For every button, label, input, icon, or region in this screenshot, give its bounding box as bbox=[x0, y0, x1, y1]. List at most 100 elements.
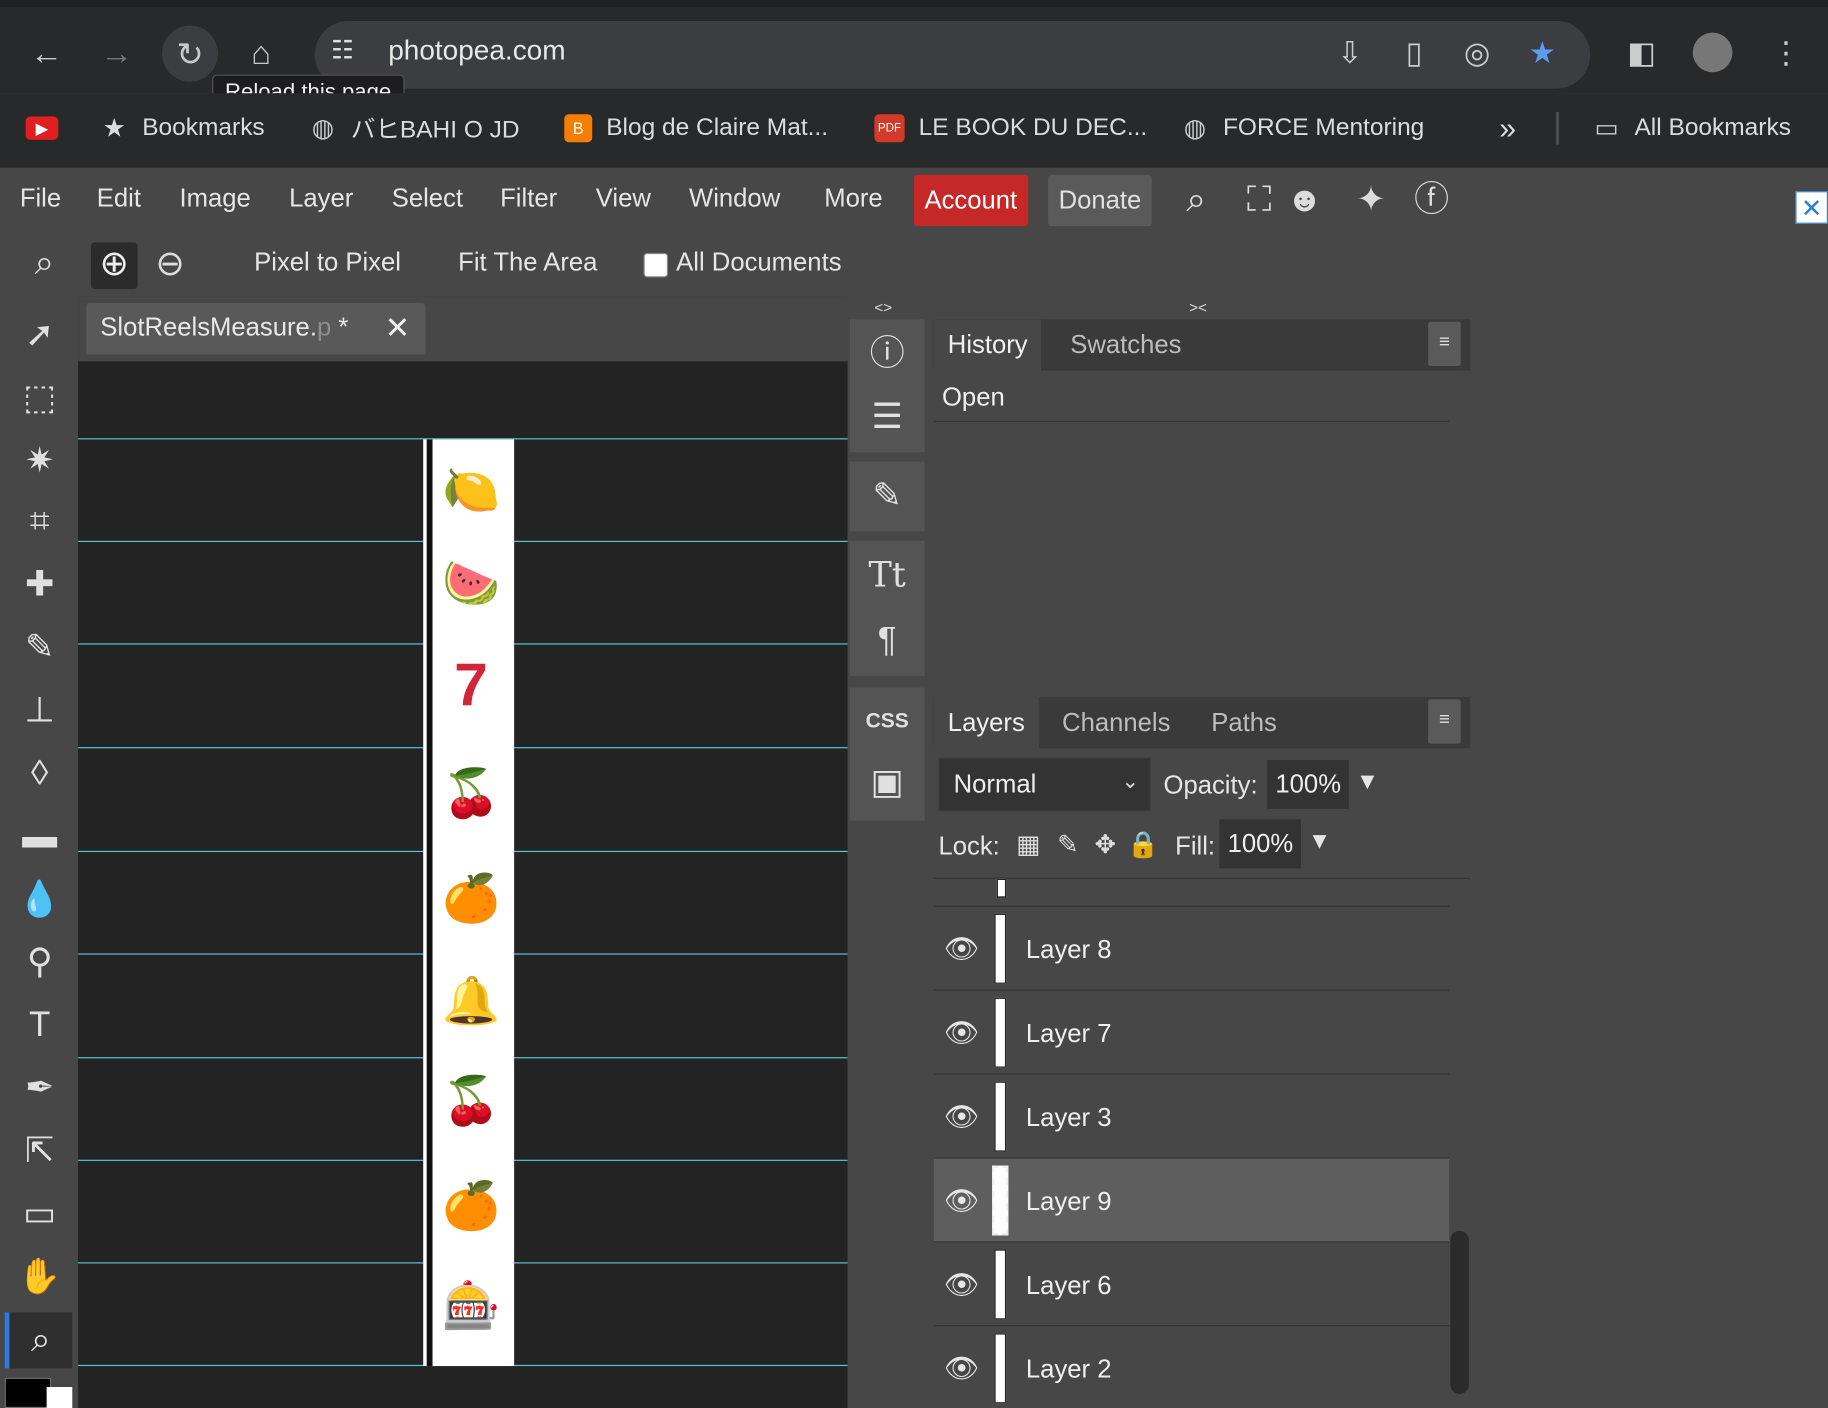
menu-image[interactable]: Image bbox=[180, 183, 251, 213]
layer-row-partial[interactable] bbox=[933, 878, 1450, 907]
fill-dropdown-icon[interactable]: ▼ bbox=[1308, 829, 1331, 856]
expand-toggle[interactable]: >< bbox=[1189, 298, 1207, 315]
eye-icon[interactable]: 👁 bbox=[943, 1099, 980, 1136]
type-tool-icon[interactable]: T bbox=[12, 998, 68, 1054]
eye-slash-icon[interactable]: ◎ bbox=[1457, 33, 1497, 73]
eye-icon[interactable]: 👁 bbox=[943, 1267, 980, 1304]
layers-scrollbar[interactable] bbox=[1450, 1230, 1469, 1395]
eye-icon[interactable]: 👁 bbox=[943, 1183, 980, 1220]
pen-tool-icon[interactable]: ✒ bbox=[12, 1061, 68, 1117]
eraser-tool-icon[interactable]: ◊ bbox=[12, 746, 68, 802]
star-icon[interactable]: ★ bbox=[1523, 33, 1563, 73]
zoom-in-button[interactable]: ⊕ bbox=[90, 242, 138, 290]
background-color-swatch[interactable] bbox=[46, 1387, 73, 1408]
gradient-tool-icon[interactable]: ▬ bbox=[12, 809, 68, 865]
tab-history[interactable]: History bbox=[933, 319, 1042, 371]
menu-select[interactable]: Select bbox=[392, 183, 463, 213]
search-icon[interactable]: ⌕ bbox=[1173, 177, 1220, 224]
bookmark-item[interactable]: PDF LE BOOK DU DEC... bbox=[874, 110, 1147, 147]
eye-icon[interactable]: 👁 bbox=[943, 931, 980, 968]
path-select-tool-icon[interactable]: ⇱ bbox=[12, 1124, 68, 1180]
collapse-toggle[interactable]: <> bbox=[874, 298, 892, 315]
layer-row[interactable] bbox=[933, 990, 1450, 1075]
history-item[interactable] bbox=[933, 370, 1450, 422]
layer-row-selected[interactable] bbox=[933, 1158, 1450, 1243]
all-bookmarks-button[interactable]: ▭ All Bookmarks bbox=[1593, 110, 1791, 147]
marquee-tool-icon[interactable]: ⬚ bbox=[12, 371, 68, 427]
adjustments-icon[interactable]: ☰ bbox=[862, 392, 913, 443]
menu-file[interactable]: File bbox=[20, 183, 61, 213]
blur-tool-icon[interactable]: 💧 bbox=[12, 872, 68, 928]
bookmark-item[interactable]: B Blog de Claire Mat... bbox=[564, 110, 828, 147]
layer-row[interactable] bbox=[933, 1242, 1450, 1327]
hand-tool-icon[interactable]: ✋ bbox=[12, 1249, 68, 1305]
donate-button[interactable]: Donate bbox=[1048, 174, 1152, 227]
healing-brush-tool-icon[interactable]: ✚ bbox=[12, 557, 68, 613]
eye-icon[interactable]: 👁 bbox=[943, 1351, 980, 1388]
home-button[interactable]: ⌂ bbox=[233, 26, 289, 82]
fullscreen-icon[interactable]: ⛶ bbox=[1236, 177, 1283, 224]
menu-layer[interactable]: Layer bbox=[289, 183, 353, 213]
menu-kebab-icon[interactable]: ⋮ bbox=[1766, 33, 1806, 73]
brush-tool-icon[interactable]: ✎ bbox=[12, 620, 68, 676]
more-bookmarks-button[interactable]: » bbox=[1499, 110, 1516, 147]
opacity-dropdown-icon[interactable]: ▼ bbox=[1356, 769, 1379, 796]
menu-view[interactable]: View bbox=[596, 183, 651, 213]
brush-settings-icon[interactable]: ✎ bbox=[862, 471, 913, 522]
document-icon[interactable]: ▯ bbox=[1394, 33, 1434, 73]
bookmark-item[interactable]: ★ Bookmarks bbox=[100, 110, 265, 147]
move-tool-icon[interactable]: ➚ bbox=[12, 308, 68, 364]
facebook-icon[interactable]: ⓕ bbox=[1408, 177, 1455, 224]
fit-area-button[interactable]: Fit The Area bbox=[458, 247, 597, 277]
eye-icon[interactable]: 👁 bbox=[943, 1015, 980, 1052]
dodge-tool-icon[interactable]: ⚲ bbox=[12, 935, 68, 991]
tab-swatches[interactable]: Swatches bbox=[1056, 319, 1195, 370]
forward-button[interactable]: → bbox=[89, 26, 145, 82]
all-documents-checkbox[interactable] bbox=[643, 252, 669, 278]
youtube-bookmark[interactable]: ▶ bbox=[25, 110, 59, 147]
menu-window[interactable]: Window bbox=[689, 183, 780, 213]
tab-layers[interactable]: Layers bbox=[933, 697, 1039, 749]
ad-close-button[interactable]: ✕ bbox=[1795, 191, 1828, 224]
blend-mode-select[interactable]: Normal bbox=[938, 757, 1151, 812]
menu-more[interactable]: More bbox=[824, 183, 882, 213]
crop-tool-icon[interactable]: ⌗ bbox=[12, 494, 68, 550]
clone-stamp-tool-icon[interactable]: ⊥ bbox=[12, 683, 68, 739]
menu-edit[interactable]: Edit bbox=[97, 183, 141, 213]
paragraph-icon[interactable]: ¶ bbox=[862, 615, 913, 666]
css-icon[interactable]: CSS bbox=[862, 695, 913, 746]
account-button[interactable]: Account bbox=[914, 174, 1028, 227]
bookmark-item[interactable]: ◍ FORCE Mentoring bbox=[1181, 110, 1425, 147]
lock-pixels-icon[interactable]: ✎ bbox=[1053, 830, 1083, 860]
zoom-out-button[interactable]: ⊖ bbox=[147, 242, 194, 289]
lock-position-icon[interactable]: ✥ bbox=[1090, 830, 1120, 860]
character-icon[interactable]: Tt bbox=[862, 550, 913, 601]
side-panel-icon[interactable]: ◧ bbox=[1622, 33, 1662, 73]
document-close-button[interactable]: ✕ bbox=[385, 310, 410, 346]
lock-all-icon[interactable]: 🔒 bbox=[1127, 830, 1159, 860]
twitter-icon[interactable]: ✦ bbox=[1348, 177, 1395, 224]
magic-wand-tool-icon[interactable]: ✷ bbox=[12, 434, 68, 490]
menu-filter[interactable]: Filter bbox=[500, 183, 557, 213]
layer-row[interactable] bbox=[933, 1326, 1450, 1408]
pixel-to-pixel-button[interactable]: Pixel to Pixel bbox=[254, 247, 401, 277]
bookmark-item[interactable]: ◍ バヒBAHI O JD bbox=[309, 110, 520, 147]
layer-row[interactable] bbox=[933, 1074, 1450, 1159]
reload-button[interactable]: ↻ bbox=[162, 25, 219, 82]
reddit-icon[interactable]: ☻ bbox=[1281, 177, 1328, 224]
fill-input[interactable]: 100% bbox=[1219, 819, 1302, 869]
layer-row[interactable] bbox=[933, 906, 1450, 991]
back-button[interactable]: ← bbox=[19, 26, 75, 82]
foreground-color-swatch[interactable] bbox=[4, 1377, 52, 1408]
tab-channels[interactable]: Channels bbox=[1048, 697, 1184, 748]
tab-paths[interactable]: Paths bbox=[1197, 697, 1291, 748]
install-icon[interactable]: ⇩ bbox=[1330, 33, 1370, 73]
lock-transparency-icon[interactable]: ▦ bbox=[1013, 830, 1043, 860]
opacity-input[interactable]: 100% bbox=[1267, 759, 1350, 809]
url-text[interactable]: photopea.com bbox=[388, 35, 565, 68]
layers-menu-button[interactable]: ≡ bbox=[1428, 699, 1461, 744]
site-info-icon[interactable]: ☷ bbox=[331, 35, 366, 70]
avatar[interactable] bbox=[1692, 32, 1733, 73]
image-icon[interactable]: ▣ bbox=[862, 758, 913, 809]
history-menu-button[interactable]: ≡ bbox=[1428, 321, 1461, 366]
